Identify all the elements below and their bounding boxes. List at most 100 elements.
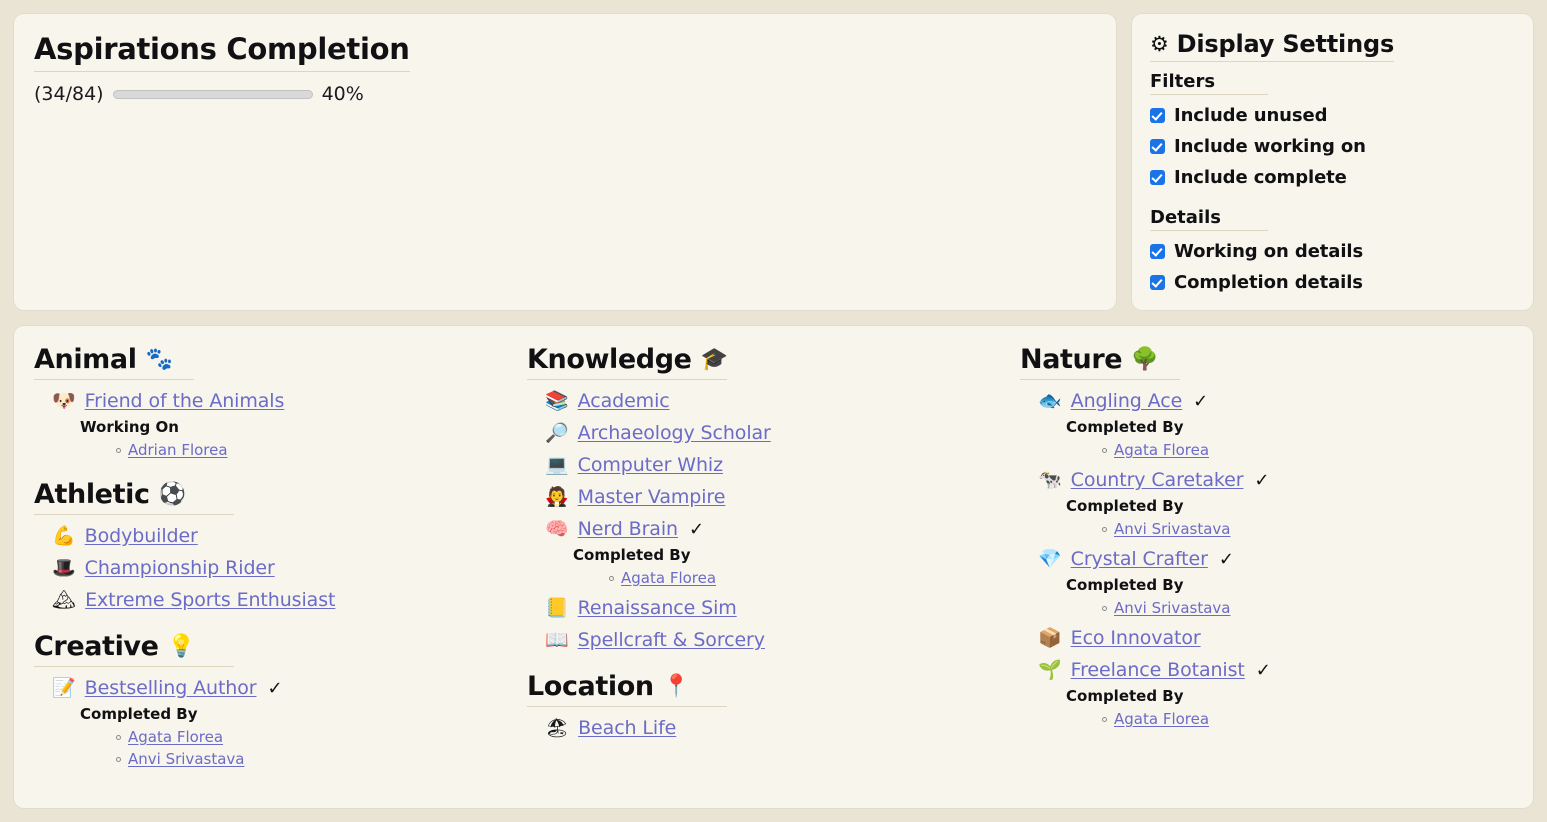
- checkbox-label: Include complete: [1174, 167, 1347, 188]
- list-item: Anvi Srivastava: [116, 750, 527, 768]
- aspiration-link[interactable]: Country Caretaker: [1071, 469, 1244, 491]
- category-name: Location: [527, 671, 654, 702]
- aspiration-emoji-icon: 📦: [1038, 626, 1062, 649]
- aspiration-link[interactable]: Computer Whiz: [578, 454, 723, 476]
- aspiration-row: 💪 Bodybuilder: [34, 525, 527, 547]
- detail-label: Completed By: [1066, 418, 1184, 436]
- sim-list: Agata Florea Anvi Srivastava: [34, 728, 527, 768]
- display-settings-label: Display Settings: [1176, 30, 1395, 58]
- category-block: Animal 🐾 🐶 Friend of the Animals Working On A…: [34, 344, 527, 459]
- filters-label: Filters: [1150, 71, 1268, 95]
- sim-link[interactable]: Adrian Florea: [128, 441, 228, 459]
- aspiration-item: 🏔 Extreme Sports Enthusiast: [34, 589, 527, 611]
- category-emoji-icon: 💡: [167, 634, 195, 659]
- list-item: Agata Florea: [609, 569, 1020, 587]
- aspiration-link[interactable]: Angling Ace: [1071, 390, 1183, 412]
- aspiration-emoji-icon: 🧛: [545, 485, 569, 508]
- category-emoji-icon: 🌳: [1131, 347, 1159, 372]
- aspiration-link[interactable]: Friend of the Animals: [85, 390, 285, 412]
- list-item: Agata Florea: [116, 728, 527, 746]
- aspiration-link[interactable]: Master Vampire: [578, 486, 726, 508]
- bullet-icon: [116, 756, 121, 762]
- aspiration-link[interactable]: Renaissance Sim: [578, 597, 737, 619]
- checkbox-icon[interactable]: [1150, 139, 1165, 154]
- aspiration-link[interactable]: Nerd Brain: [578, 518, 678, 540]
- aspiration-emoji-icon: 🧠: [545, 517, 569, 540]
- sim-link[interactable]: Anvi Srivastava: [128, 750, 244, 768]
- aspiration-link[interactable]: Extreme Sports Enthusiast: [85, 589, 335, 611]
- list-item: Anvi Srivastava: [1102, 520, 1513, 538]
- aspiration-item: 🧛 Master Vampire: [527, 486, 1020, 508]
- aspiration-link[interactable]: Crystal Crafter: [1071, 548, 1208, 570]
- aspiration-item: 💎 Crystal Crafter ✓ Completed By Anvi Srivas…: [1020, 548, 1513, 617]
- completed-check-icon: ✓: [1193, 390, 1209, 412]
- aspiration-link[interactable]: Beach Life: [578, 717, 676, 739]
- aspiration-row: 🧛 Master Vampire: [527, 486, 1020, 508]
- bullet-icon: [116, 447, 121, 453]
- sim-link[interactable]: Agata Florea: [128, 728, 223, 746]
- aspirations-list-card: Animal 🐾 🐶 Friend of the Animals Working On A…: [14, 326, 1533, 808]
- detail-label: Completed By: [573, 546, 691, 564]
- bullet-icon: [609, 575, 614, 581]
- checkbox-icon[interactable]: [1150, 108, 1165, 123]
- aspiration-link[interactable]: Freelance Botanist: [1071, 659, 1245, 681]
- sim-link[interactable]: Anvi Srivastava: [1114, 520, 1230, 538]
- checkbox-row-detail-1[interactable]: Completion details: [1150, 272, 1515, 293]
- checkbox-label: Include working on: [1174, 136, 1366, 157]
- aspiration-emoji-icon: 🔎: [545, 421, 569, 444]
- aspiration-item: 🔎 Archaeology Scholar: [527, 422, 1020, 444]
- details-label: Details: [1150, 207, 1268, 231]
- aspiration-emoji-icon: 🏔: [52, 588, 77, 611]
- checkbox-row-filter-2[interactable]: Include complete: [1150, 167, 1515, 188]
- aspiration-column-2: Nature 🌳 🐟 Angling Ace ✓ Completed By Agata Fl…: [1020, 344, 1513, 788]
- aspiration-emoji-icon: 💪: [52, 524, 76, 547]
- checkbox-icon[interactable]: [1150, 275, 1165, 290]
- display-settings-panel: ⚙ Display Settings Filters Include unuse…: [1132, 14, 1533, 310]
- display-settings-title: ⚙ Display Settings: [1150, 30, 1394, 62]
- aspiration-emoji-icon: 🐟: [1038, 389, 1062, 412]
- sim-list: Adrian Florea: [34, 441, 527, 459]
- aspiration-row: 💎 Crystal Crafter ✓: [1020, 548, 1513, 570]
- category-name: Knowledge: [527, 344, 692, 375]
- details-list: Working on details Completion details: [1150, 241, 1515, 293]
- category-name: Athletic: [34, 479, 150, 510]
- checkbox-row-filter-1[interactable]: Include working on: [1150, 136, 1515, 157]
- aspiration-item: 🌱 Freelance Botanist ✓ Completed By Agata Fl…: [1020, 659, 1513, 728]
- aspiration-row: 🐄 Country Caretaker ✓: [1020, 469, 1513, 491]
- aspiration-link[interactable]: Archaeology Scholar: [578, 422, 771, 444]
- category-title: Nature 🌳: [1020, 344, 1180, 380]
- sim-link[interactable]: Agata Florea: [621, 569, 716, 587]
- aspiration-item: 📦 Eco Innovator: [1020, 627, 1513, 649]
- sim-list: Agata Florea: [1020, 441, 1513, 459]
- aspiration-link[interactable]: Eco Innovator: [1071, 627, 1201, 649]
- detail-label: Completed By: [1066, 497, 1184, 515]
- sim-list: Anvi Srivastava: [1020, 520, 1513, 538]
- sim-link[interactable]: Agata Florea: [1114, 710, 1209, 728]
- aspiration-link[interactable]: Spellcraft & Sorcery: [578, 629, 765, 651]
- list-item: Agata Florea: [1102, 710, 1513, 728]
- aspiration-column-1: Knowledge 🎓 📚 Academic 🔎 Archaeology Scholar 💻…: [527, 344, 1020, 788]
- aspiration-row: 🔎 Archaeology Scholar: [527, 422, 1020, 444]
- sim-link[interactable]: Anvi Srivastava: [1114, 599, 1230, 617]
- checkbox-row-filter-0[interactable]: Include unused: [1150, 105, 1515, 126]
- category-emoji-icon: ⚽: [158, 482, 186, 507]
- checkbox-icon[interactable]: [1150, 170, 1165, 185]
- checkbox-row-detail-0[interactable]: Working on details: [1150, 241, 1515, 262]
- aspiration-link[interactable]: Academic: [578, 390, 670, 412]
- bullet-icon: [1102, 716, 1107, 722]
- sim-link[interactable]: Agata Florea: [1114, 441, 1209, 459]
- aspiration-row: 🏖 Beach Life: [527, 717, 1020, 739]
- category-title: Animal 🐾: [34, 344, 194, 380]
- aspiration-link[interactable]: Bestselling Author: [85, 677, 257, 699]
- completed-check-icon: ✓: [267, 677, 283, 699]
- sim-list: Agata Florea: [1020, 710, 1513, 728]
- aspiration-row: 📚 Academic: [527, 390, 1020, 412]
- aspiration-row: 🏔 Extreme Sports Enthusiast: [34, 589, 527, 611]
- aspiration-row: 📖 Spellcraft & Sorcery: [527, 629, 1020, 651]
- aspiration-row: 📒 Renaissance Sim: [527, 597, 1020, 619]
- aspiration-link[interactable]: Championship Rider: [85, 557, 275, 579]
- progress-row: (34/84) 40%: [34, 83, 1096, 105]
- aspiration-item: 🧠 Nerd Brain ✓ Completed By Agata Florea: [527, 518, 1020, 587]
- checkbox-icon[interactable]: [1150, 244, 1165, 259]
- aspiration-link[interactable]: Bodybuilder: [85, 525, 198, 547]
